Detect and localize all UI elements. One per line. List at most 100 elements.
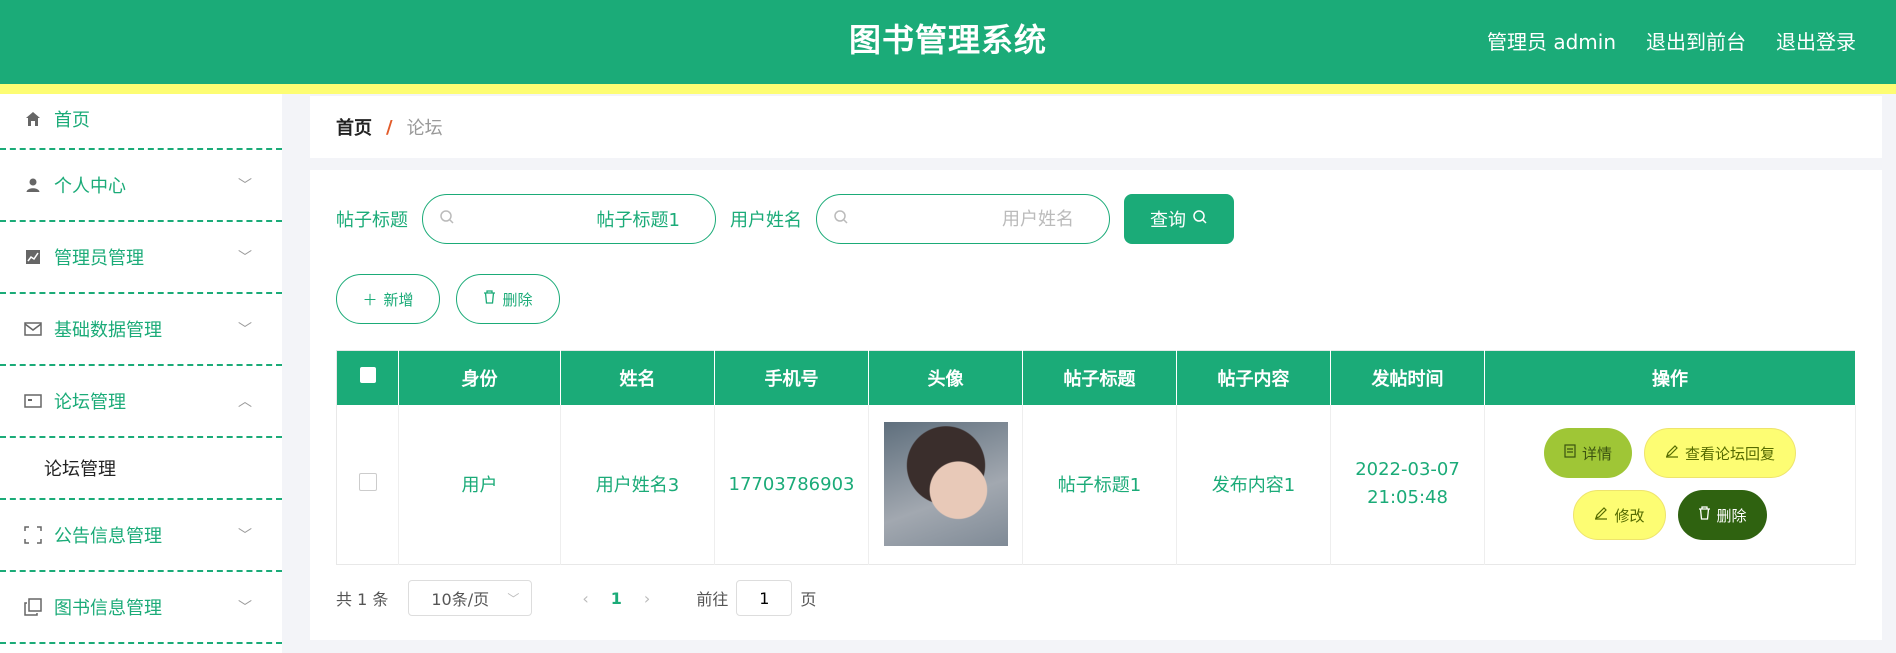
chevron-down-icon: ﹀	[238, 600, 252, 616]
sidebar-item-label: 管理员管理	[54, 248, 144, 269]
chevron-down-icon: ﹀	[238, 528, 252, 544]
goto-suffix: 页	[800, 590, 817, 609]
row-select-cell	[336, 404, 399, 565]
front-link[interactable]: 退出到前台	[1646, 26, 1746, 55]
search-row: 帖子标题 用户姓名 查询	[336, 194, 1234, 244]
pencil-icon	[1665, 444, 1679, 462]
query-button[interactable]: 查询	[1124, 194, 1234, 244]
title-search-input[interactable]	[455, 208, 700, 230]
cell-title: 帖子标题1	[1022, 404, 1177, 565]
sidebar-item-admin[interactable]: 管理员管理 ﹀	[0, 222, 282, 294]
col-actions: 操作	[1484, 350, 1856, 405]
query-button-label: 查询	[1150, 210, 1186, 231]
detail-button-label: 详情	[1581, 444, 1612, 463]
cell-avatar	[868, 404, 1023, 565]
add-button-label: 新增	[383, 290, 414, 309]
page-size-value: 10条/页	[431, 590, 490, 609]
name-search-box	[816, 194, 1110, 244]
sidebar-item-label: 论坛管理	[54, 392, 126, 413]
title-search-box	[422, 194, 716, 244]
chevron-down-icon: ﹀	[238, 178, 252, 194]
sidebar-item-profile[interactable]: 个人中心 ﹀	[0, 150, 282, 222]
pager-total: 共 1 条	[336, 590, 389, 609]
pagination: 共 1 条 10条/页 ﹀ ‹ 1 › 前往 页	[336, 580, 816, 616]
select-all-cell	[336, 350, 399, 405]
document-icon	[1564, 444, 1576, 462]
chevron-down-icon: ﹀	[238, 322, 252, 338]
mail-icon	[24, 320, 42, 338]
edit-button-label: 修改	[1614, 506, 1645, 525]
sidebar-item-label: 基础数据管理	[54, 320, 162, 341]
name-search-input[interactable]	[849, 208, 1094, 230]
sidebar-gutter	[282, 94, 310, 653]
detail-button[interactable]: 详情	[1543, 428, 1632, 479]
logout-link[interactable]: 退出登录	[1776, 26, 1856, 55]
sidebar-item-label: 首页	[54, 110, 90, 131]
sidebar-item-notice[interactable]: 公告信息管理 ﹀	[0, 500, 282, 572]
current-user-label: 管理员 admin	[1486, 29, 1616, 54]
avatar[interactable]	[883, 422, 1008, 547]
row-actions: 详情 查看论坛回复 修改 删除	[1485, 428, 1855, 541]
goto-page-input[interactable]	[736, 580, 793, 616]
breadcrumb-separator: /	[386, 116, 393, 138]
delete-button-label: 删除	[1716, 506, 1747, 525]
view-replies-button[interactable]: 查看论坛回复	[1644, 428, 1797, 479]
cell-name: 用户姓名3	[560, 404, 715, 565]
view-replies-label: 查看论坛回复	[1685, 444, 1776, 463]
frame-icon	[24, 526, 42, 544]
table-row: 用户 用户姓名3 17703786903 帖子标题1 发布内容1 2022-03…	[336, 404, 1856, 565]
page-size-select[interactable]: 10条/页 ﹀	[408, 580, 533, 616]
col-role: 身份	[398, 350, 561, 405]
chevron-down-icon: ﹀	[507, 591, 520, 606]
select-all-checkbox[interactable]	[359, 367, 376, 384]
chevron-down-icon: ﹀	[238, 250, 252, 266]
plus-icon: ＋	[362, 290, 378, 309]
forum-table: 身份 姓名 手机号 头像 帖子标题 帖子内容 发帖时间 操作 用户 用户姓名3 …	[336, 350, 1856, 565]
trash-icon	[483, 290, 496, 308]
cell-content: 发布内容1	[1176, 404, 1331, 565]
sidebar: 首页 个人中心 ﹀ 管理员管理 ﹀ 基础数据管理 ﹀ 论坛管理 ︿ 论坛管理 公…	[0, 94, 282, 653]
card-icon	[24, 392, 42, 410]
sidebar-item-label: 图书信息管理	[54, 598, 162, 619]
home-icon	[24, 110, 42, 128]
add-button[interactable]: ＋ 新增	[336, 274, 440, 324]
prev-page-icon[interactable]: ‹	[582, 589, 588, 608]
cell-role: 用户	[398, 404, 561, 565]
row-checkbox[interactable]	[358, 472, 377, 491]
goto-prefix: 前往	[696, 590, 729, 609]
cell-phone: 17703786903	[714, 404, 869, 565]
search-icon	[1192, 209, 1208, 230]
search-icon	[833, 209, 849, 229]
chart-icon	[24, 248, 42, 266]
copy-icon	[24, 598, 42, 616]
sidebar-item-home[interactable]: 首页	[0, 90, 282, 150]
col-name: 姓名	[560, 350, 715, 405]
sidebar-item-books[interactable]: 图书信息管理 ﹀	[0, 572, 282, 644]
col-time: 发帖时间	[1330, 350, 1485, 405]
batch-delete-button[interactable]: 删除	[456, 274, 560, 324]
col-phone: 手机号	[714, 350, 869, 405]
breadcrumb: 首页 / 论坛	[310, 96, 1882, 158]
edit-button[interactable]: 修改	[1573, 490, 1666, 541]
top-bar-stripe	[0, 84, 1896, 94]
chevron-up-icon: ︿	[238, 394, 252, 410]
top-links: 管理员 admin 退出到前台 退出登录	[1487, 0, 1856, 80]
search-icon	[439, 209, 455, 229]
content-panel: 帖子标题 用户姓名 查询 ＋ 新增	[310, 170, 1882, 640]
cell-actions: 详情 查看论坛回复 修改 删除	[1484, 404, 1856, 565]
current-page[interactable]: 1	[611, 589, 622, 608]
pencil-icon	[1594, 506, 1608, 524]
sidebar-item-forum[interactable]: 论坛管理 ︿	[0, 366, 282, 438]
breadcrumb-current: 论坛	[406, 118, 443, 139]
title-search-label: 帖子标题	[336, 210, 408, 231]
table-header-row: 身份 姓名 手机号 头像 帖子标题 帖子内容 发帖时间 操作	[336, 350, 1856, 405]
next-page-icon[interactable]: ›	[644, 589, 650, 608]
cell-time: 2022-03-07 21:05:48	[1330, 404, 1485, 565]
action-row: ＋ 新增 删除	[336, 274, 560, 324]
breadcrumb-home[interactable]: 首页	[336, 114, 372, 140]
submenu-item-forum[interactable]: 论坛管理	[0, 438, 282, 500]
delete-button[interactable]: 删除	[1677, 490, 1767, 541]
name-search-label: 用户姓名	[730, 210, 802, 231]
sidebar-item-basic-data[interactable]: 基础数据管理 ﹀	[0, 294, 282, 366]
sidebar-item-label: 公告信息管理	[54, 526, 162, 547]
